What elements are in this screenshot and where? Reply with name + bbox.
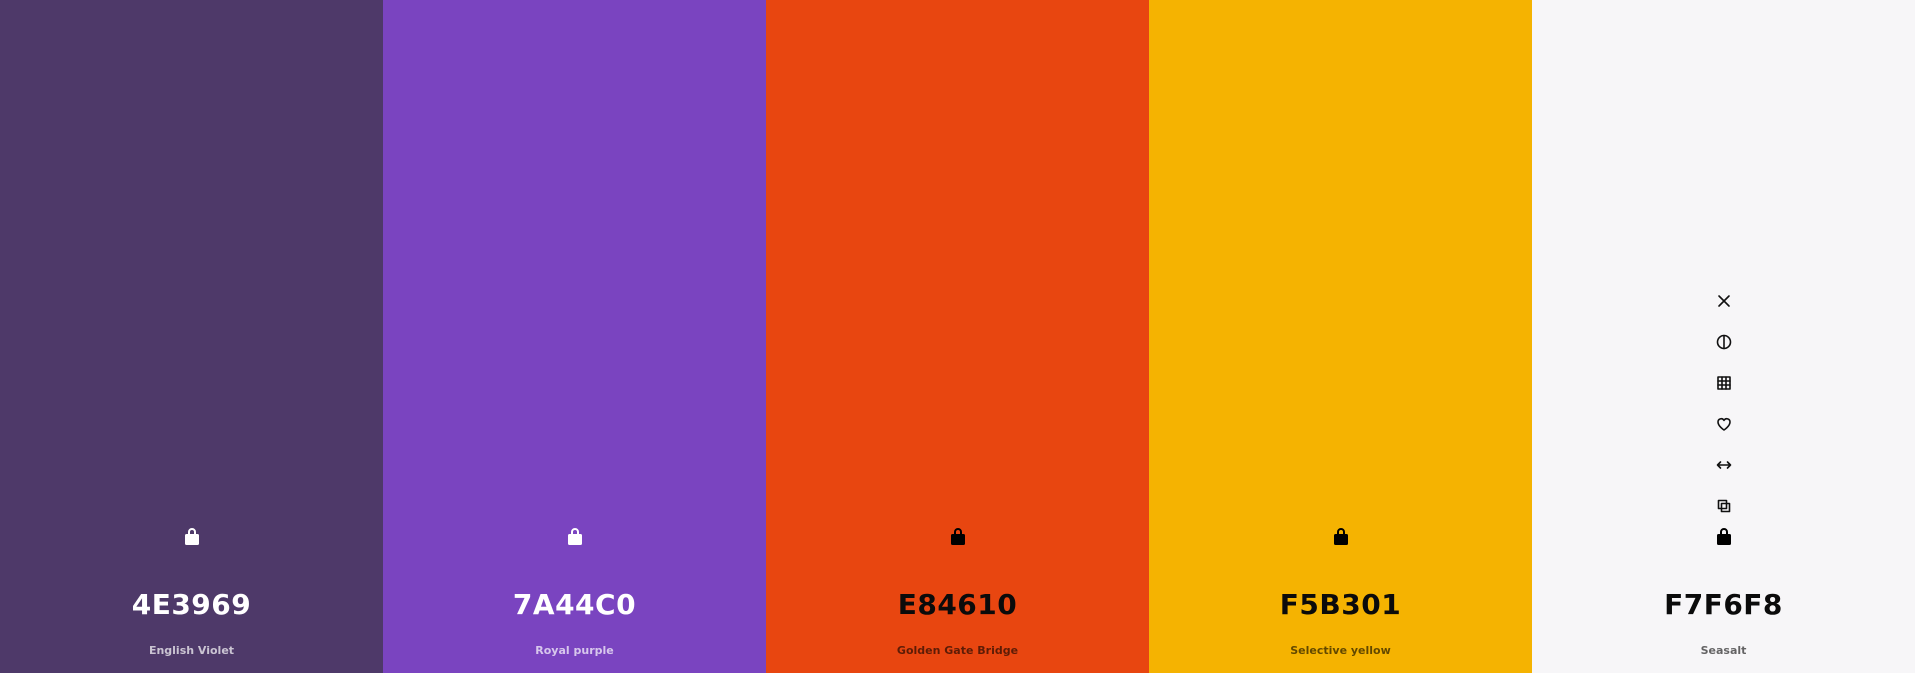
copy-hex-button[interactable] [1704, 485, 1744, 526]
lock-icon[interactable] [946, 524, 970, 548]
lock-icon[interactable] [1329, 524, 1353, 548]
swatch-golden-gate-bridge[interactable]: E84610 Golden Gate Bridge [766, 0, 1149, 673]
contrast-icon [1716, 334, 1731, 349]
swatch-color-name[interactable]: English Violet [0, 644, 383, 657]
swatch-color-name[interactable]: Royal purple [383, 644, 766, 657]
swatch-hex-code[interactable]: F5B301 [1149, 588, 1532, 621]
heart-icon [1716, 417, 1731, 431]
swatch-hex-code[interactable]: E84610 [766, 588, 1149, 621]
drag-horizontal-icon [1716, 460, 1731, 469]
swatch-hex-code[interactable]: 4E3969 [0, 588, 383, 621]
swatch-english-violet[interactable]: 4E3969 English Violet [0, 0, 383, 673]
swatch-royal-purple[interactable]: 7A44C0 Royal purple [383, 0, 766, 673]
swatch-color-name[interactable]: Golden Gate Bridge [766, 644, 1149, 657]
copy-icon [1717, 499, 1730, 512]
view-shades-button[interactable] [1704, 321, 1744, 362]
swatch-color-name[interactable]: Selective yellow [1149, 644, 1532, 657]
swatch-toolbar [1532, 280, 1915, 526]
swatch-selective-yellow[interactable]: F5B301 Selective yellow [1149, 0, 1532, 673]
swatch-seasalt[interactable]: F7F6F8 Seasalt [1532, 0, 1915, 673]
save-favorite-button[interactable] [1704, 403, 1744, 444]
view-grid-button[interactable] [1704, 362, 1744, 403]
lock-icon[interactable] [180, 524, 204, 548]
swatch-hex-code[interactable]: 7A44C0 [383, 588, 766, 621]
swatch-hex-code[interactable]: F7F6F8 [1532, 588, 1915, 621]
lock-icon[interactable] [563, 524, 587, 548]
grid-icon [1716, 375, 1731, 390]
swatch-color-name[interactable]: Seasalt [1532, 644, 1915, 657]
color-palette: 4E3969 English Violet 7A44C0 Royal purpl… [0, 0, 1915, 673]
lock-icon[interactable] [1712, 524, 1736, 548]
remove-color-button[interactable] [1704, 280, 1744, 321]
close-icon [1717, 294, 1730, 307]
drag-handle[interactable] [1704, 444, 1744, 485]
